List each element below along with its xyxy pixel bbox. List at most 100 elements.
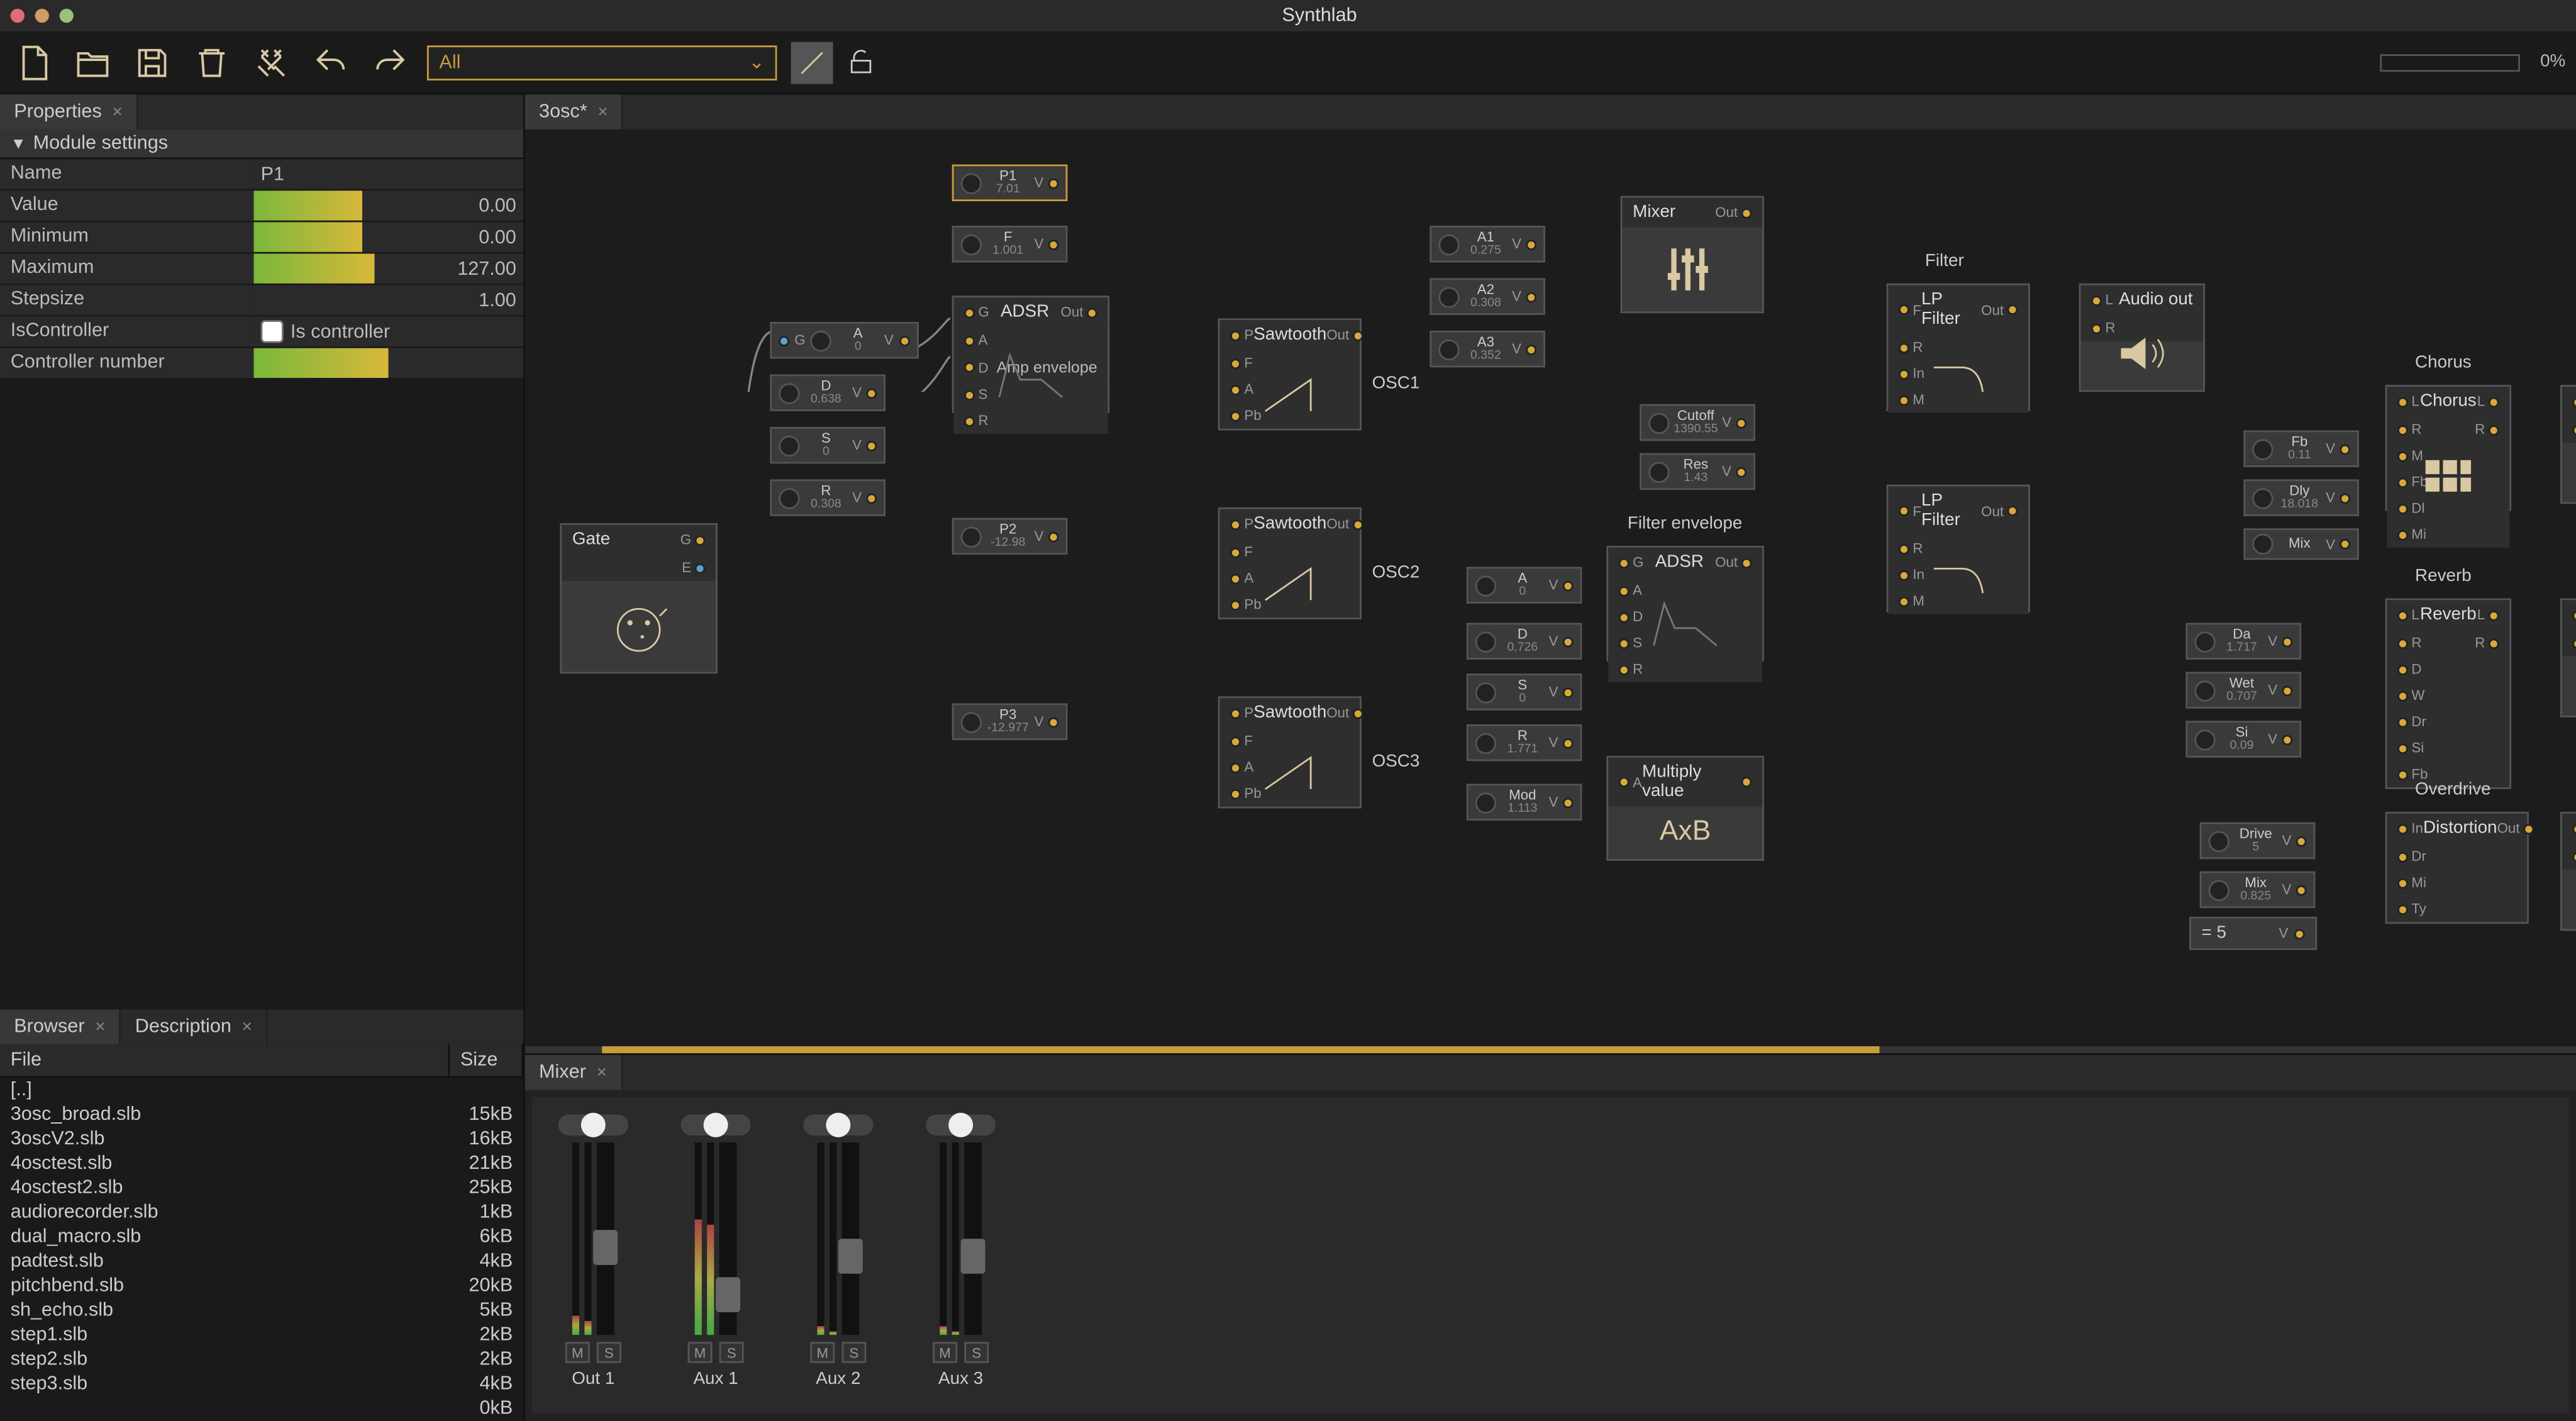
pan-knob[interactable]	[926, 1115, 996, 1136]
save-file-button[interactable]	[130, 40, 175, 85]
new-file-button[interactable]	[11, 40, 56, 85]
file-row[interactable]: 0kB	[0, 1396, 523, 1421]
knob-a2e[interactable]: A0V	[1467, 567, 1583, 604]
pan-knob[interactable]	[803, 1115, 873, 1136]
node-adsr-amp[interactable]: GADSROut A DAmp envelope S R	[952, 296, 1109, 412]
knob-d2e[interactable]: D0.726V	[1467, 623, 1583, 660]
node-sawtooth1[interactable]: PSawtoothOut F A Pb	[1218, 318, 1362, 430]
node-gate[interactable]: GateG E	[560, 523, 717, 673]
knob-p3[interactable]: P3-12.977V	[952, 704, 1069, 740]
window-max-dot[interactable]	[60, 9, 74, 23]
file-list[interactable]: [..]3osc_broad.slb15kB3oscV2.slb16kB4osc…	[0, 1078, 523, 1420]
knob-f1[interactable]: F1.001V	[952, 226, 1069, 262]
node-auxout-3[interactable]: LAux out R	[2560, 812, 2576, 931]
iscontroller-checkbox[interactable]	[261, 320, 284, 343]
node-distortion[interactable]: InDistortionOut Dr Mi Ty	[2385, 812, 2529, 924]
value-eq5[interactable]: = 5V	[2189, 917, 2316, 950]
knob-a[interactable]: GA0V	[770, 322, 918, 358]
file-row[interactable]: 3oscV2.slb16kB	[0, 1127, 523, 1151]
file-row[interactable]: padtest.slb4kB	[0, 1249, 523, 1274]
solo-button[interactable]: S	[841, 1342, 866, 1363]
node-reverb[interactable]: LReverbL RR D W Dr Si Fb	[2385, 599, 2511, 789]
delete-button[interactable]	[189, 40, 235, 85]
solo-button[interactable]: S	[719, 1342, 744, 1363]
settings-button[interactable]	[248, 40, 294, 85]
knob-mod[interactable]: Mod1.113V	[1467, 784, 1583, 821]
size-column-header[interactable]: Size	[450, 1044, 523, 1076]
pan-knob[interactable]	[680, 1115, 750, 1136]
file-row[interactable]: audiorecorder.slb1kB	[0, 1200, 523, 1225]
node-chorus[interactable]: LChorusL RR M Fb Dl Mi	[2385, 385, 2511, 511]
prop-ctrlnum-value[interactable]	[253, 348, 523, 378]
solo-button[interactable]: S	[597, 1342, 621, 1363]
node-lpfilter1[interactable]: FLP FilterOut R In M	[1887, 284, 2030, 411]
mute-button[interactable]: M	[810, 1342, 835, 1363]
file-row[interactable]: step1.slb2kB	[0, 1323, 523, 1347]
volume-fader[interactable]	[719, 1142, 737, 1335]
close-icon[interactable]: ×	[95, 1017, 105, 1037]
canvas-tab[interactable]: 3osc*×	[525, 94, 624, 130]
knob-cutoff[interactable]: Cutoff1390.55V	[1640, 404, 1756, 441]
knob-a1[interactable]: A10.275V	[1430, 226, 1546, 262]
knob-a2[interactable]: A20.308V	[1430, 278, 1546, 314]
close-icon[interactable]: ×	[112, 102, 122, 122]
volume-fader[interactable]	[597, 1142, 614, 1335]
window-close-dot[interactable]	[11, 9, 25, 23]
browser-tab[interactable]: Browser×	[0, 1010, 121, 1045]
prop-value-value[interactable]: 0.00	[253, 191, 523, 220]
properties-section-header[interactable]: ▼Module settings	[0, 130, 523, 159]
waveform-button[interactable]	[791, 41, 833, 83]
node-sawtooth2[interactable]: PSawtoothOut F A Pb	[1218, 507, 1362, 619]
volume-fader[interactable]	[964, 1142, 982, 1335]
knob-res[interactable]: Res1.43V	[1640, 453, 1756, 490]
node-adsr-filter[interactable]: GADSROut A D S R	[1606, 546, 1763, 661]
close-icon[interactable]: ×	[597, 102, 608, 122]
node-canvas[interactable]: GateG E GA0V D0.638V S0V R0.308V GADSROu…	[525, 130, 2576, 1046]
volume-fader[interactable]	[841, 1142, 859, 1335]
knob-p2[interactable]: P2-12.98V	[952, 518, 1069, 555]
window-min-dot[interactable]	[35, 9, 49, 23]
knob-dly[interactable]: Dly18.018V	[2243, 479, 2360, 516]
file-row[interactable]: 3osc_broad.slb15kB	[0, 1102, 523, 1127]
file-column-header[interactable]: File	[0, 1044, 450, 1076]
knob-fb[interactable]: Fb0.11V	[2243, 431, 2360, 467]
file-row[interactable]: dual_macro.slb6kB	[0, 1225, 523, 1249]
knob-drive[interactable]: Drive5V	[2200, 822, 2316, 859]
preset-combo[interactable]: All ⌄	[427, 45, 777, 80]
knob-s[interactable]: S0V	[770, 427, 886, 463]
mute-button[interactable]: M	[688, 1342, 713, 1363]
node-auxout-2[interactable]: LAux out R	[2560, 599, 2576, 717]
file-row[interactable]: sh_echo.slb5kB	[0, 1298, 523, 1323]
knob-s2e[interactable]: S0V	[1467, 673, 1583, 710]
file-row[interactable]: pitchbend.slb20kB	[0, 1274, 523, 1298]
knob-r[interactable]: R0.308V	[770, 479, 886, 516]
prop-isctrl-value[interactable]: Is controller	[253, 317, 523, 346]
lock-icon[interactable]	[847, 40, 875, 85]
knob-mix-d[interactable]: Mix0.825V	[2200, 871, 2316, 908]
pan-knob[interactable]	[558, 1115, 628, 1136]
mute-button[interactable]: M	[933, 1342, 957, 1363]
canvas-hscroll[interactable]	[525, 1046, 2576, 1053]
close-icon[interactable]: ×	[242, 1017, 252, 1037]
solo-button[interactable]: S	[964, 1342, 989, 1363]
node-multiply[interactable]: AMultiply value AxB	[1606, 756, 1763, 861]
prop-step-value[interactable]: 1.00	[253, 285, 523, 315]
knob-r2e[interactable]: R1.771V	[1467, 724, 1583, 761]
knob-d[interactable]: D0.638V	[770, 374, 886, 411]
close-icon[interactable]: ×	[597, 1063, 607, 1082]
knob-da[interactable]: Da1.717V	[2185, 623, 2302, 660]
knob-wet[interactable]: Wet0.707V	[2185, 672, 2302, 709]
node-mixer[interactable]: MixerOut	[1621, 196, 1764, 313]
knob-a3[interactable]: A30.352V	[1430, 331, 1546, 367]
mixer-tab[interactable]: Mixer×	[525, 1055, 623, 1090]
redo-button[interactable]	[367, 40, 413, 85]
file-row[interactable]: step2.slb2kB	[0, 1347, 523, 1372]
open-file-button[interactable]	[70, 40, 115, 85]
description-tab[interactable]: Description×	[121, 1010, 268, 1045]
knob-p1[interactable]: P17.01V	[952, 165, 1069, 201]
file-row[interactable]: 4osctest2.slb25kB	[0, 1176, 523, 1200]
prop-max-value[interactable]: 127.00	[253, 253, 523, 283]
properties-tab[interactable]: Properties ×	[0, 94, 138, 130]
knob-si[interactable]: Si0.09V	[2185, 721, 2302, 757]
node-audioout[interactable]: LAudio out R	[2079, 284, 2205, 392]
